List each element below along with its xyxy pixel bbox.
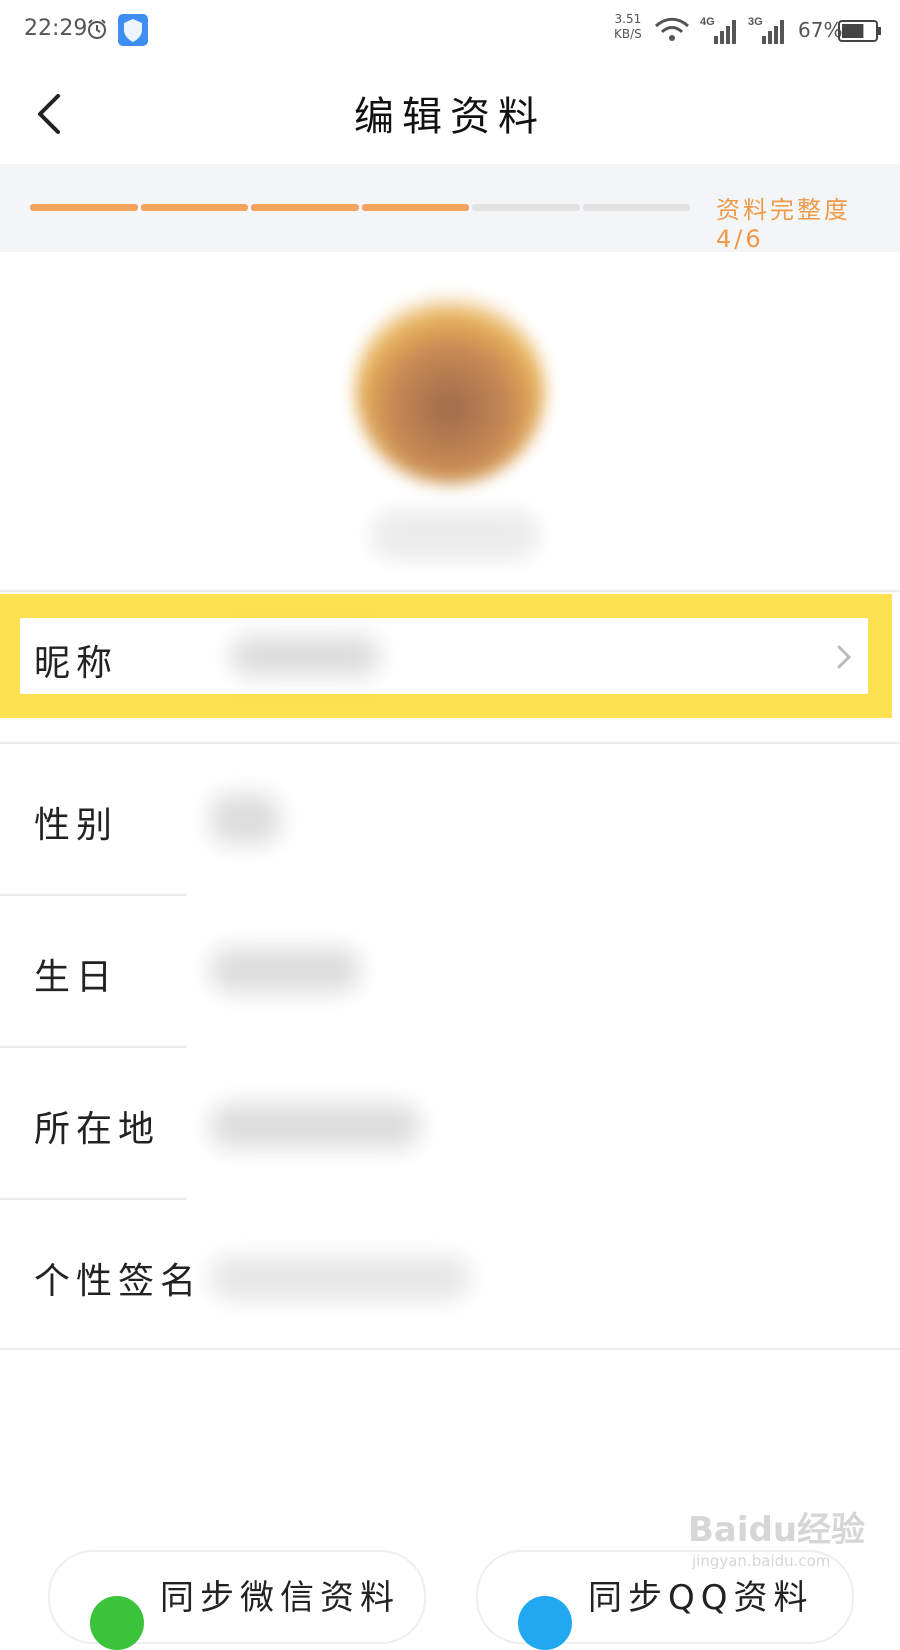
divider — [0, 1348, 900, 1350]
progress-segment — [582, 204, 690, 211]
baidu-watermark: Baidu经验 jingyan.baidu.com — [688, 1502, 888, 1582]
battery-icon — [838, 20, 881, 42]
network-speed-unit: KB/S — [614, 27, 642, 41]
battery-percent: 67% — [798, 18, 843, 42]
network-speed: 3.51 KB/S — [614, 12, 642, 42]
avatar-section[interactable] — [0, 252, 900, 590]
field-value-blurred — [210, 948, 360, 992]
profile-completeness: 资料完整度 4/6 — [0, 164, 900, 253]
field-label-gender: 性别 — [34, 805, 119, 846]
nav-bar: 编辑资料 — [0, 64, 900, 164]
field-value-blurred — [230, 636, 380, 676]
avatar-caption-blurred — [370, 510, 540, 560]
watermark-url: jingyan.baidu.com — [692, 1552, 831, 1570]
field-row-gender[interactable]: 性别 — [0, 744, 900, 894]
field-row-signature[interactable]: 个性签名 — [0, 1200, 900, 1350]
signal-4g-label: 4G — [700, 16, 715, 28]
status-time: 22:29 — [24, 16, 88, 41]
field-label-location: 所在地 — [34, 1109, 161, 1150]
signal-4g-icon: 4G — [700, 16, 736, 44]
security-shield-icon — [118, 14, 148, 46]
sync-wechat-button[interactable]: 同步微信资料 — [48, 1550, 426, 1650]
avatar[interactable] — [355, 294, 545, 484]
field-value-blurred — [210, 794, 280, 844]
progress-segment — [361, 204, 469, 211]
progress-segment — [140, 204, 248, 211]
field-value-blurred — [210, 1104, 420, 1148]
field-value-blurred — [210, 1256, 470, 1300]
field-row-location[interactable]: 所在地 — [0, 1048, 900, 1198]
progress-segment — [472, 204, 580, 211]
divider — [0, 590, 900, 592]
alarm-icon — [88, 19, 106, 39]
field-label-nickname: 昵称 — [34, 643, 119, 684]
page-title: 编辑资料 — [354, 94, 546, 140]
wifi-icon — [654, 17, 690, 41]
status-bar: 22:29 3.51 KB/S 4G 3G 67% — [0, 0, 900, 64]
progress-segment — [251, 204, 359, 211]
progress-segment — [30, 204, 138, 211]
field-row-birthday[interactable]: 生日 — [0, 896, 900, 1046]
field-label-birthday: 生日 — [34, 957, 119, 998]
qq-icon — [518, 1596, 572, 1650]
watermark-brand: Baidu经验 — [688, 1510, 866, 1550]
battery-fill — [842, 24, 864, 38]
sync-wechat-label: 同步微信资料 — [160, 1578, 400, 1618]
wechat-icon — [90, 1596, 144, 1650]
completeness-label: 资料完整度 4/6 — [716, 196, 851, 253]
signal-3g-icon: 3G — [748, 16, 784, 44]
field-row-nickname[interactable]: 昵称 — [20, 618, 868, 694]
network-speed-value: 3.51 — [614, 12, 642, 26]
field-label-signature: 个性签名 — [34, 1261, 203, 1302]
signal-3g-label: 3G — [748, 16, 763, 28]
chevron-right-icon — [837, 645, 852, 669]
